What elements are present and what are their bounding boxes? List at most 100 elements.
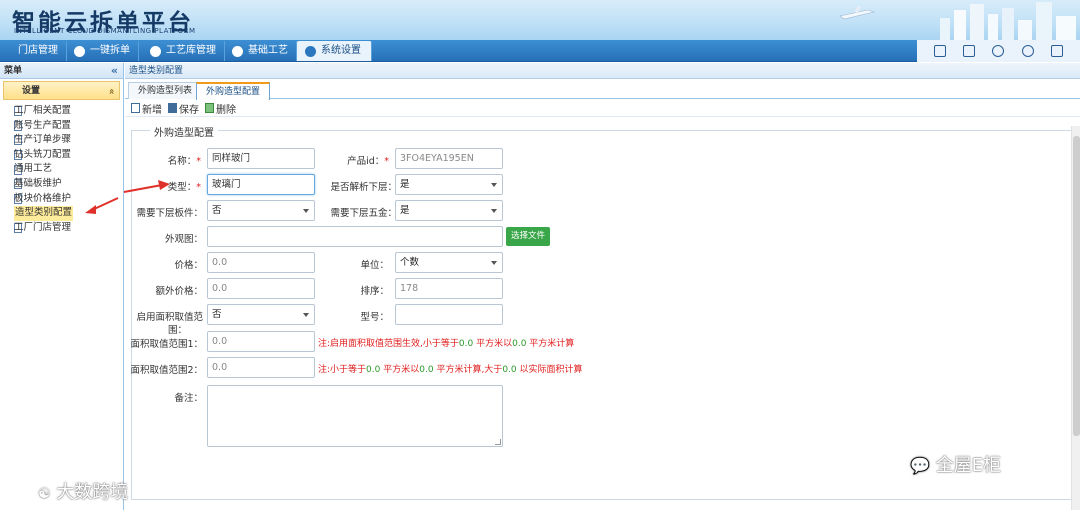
type-label: 类型：* bbox=[125, 179, 201, 193]
need-lower-board-select[interactable]: 否 bbox=[207, 200, 315, 221]
check-circle-icon bbox=[150, 45, 161, 57]
area-range2-field[interactable]: 0.0 bbox=[207, 357, 315, 378]
name-label: 名称：* bbox=[125, 153, 201, 167]
enable-area-label: 启用面积取值范 bbox=[136, 312, 203, 323]
type-field[interactable]: 玻璃门 bbox=[207, 174, 315, 195]
required-marker: * bbox=[196, 182, 201, 193]
main-panel: 造型类别配置 外购造型列表 外购造型配置 新增 保存 删除 外购造型配置 名称：… bbox=[125, 63, 1080, 510]
nav-tab-store-management[interactable]: 门店管理 bbox=[10, 41, 67, 61]
calendar-icon[interactable] bbox=[963, 45, 976, 57]
name-label-text: 名称： bbox=[167, 156, 197, 167]
watermark-right-text: 全屋E柜 bbox=[935, 455, 1002, 476]
sidebar-item-drill-mill-config[interactable]: 钻头铣刀配置 bbox=[14, 148, 123, 163]
nav-tab-process-library[interactable]: 工艺库管理 bbox=[142, 41, 225, 61]
sidebar-item-general-process[interactable]: 通用工艺 bbox=[14, 162, 123, 177]
wechat-icon: 💬 bbox=[910, 456, 930, 475]
collapse-sidebar-icon[interactable]: « bbox=[111, 63, 118, 79]
nav-tab-label: 系统设置 bbox=[321, 45, 361, 56]
sidebar-item-production-order-steps[interactable]: 生产订单步骤 bbox=[14, 133, 123, 148]
model-label: 型号： bbox=[360, 312, 389, 323]
watermark-right: 💬 全屋E柜 bbox=[910, 451, 1001, 477]
user-icon[interactable] bbox=[992, 45, 1005, 57]
app-header: 智能云拆单平台 INTELLIGENT CLOUD DISMANTLING PL… bbox=[0, 0, 1080, 40]
need-lower-hardware-label: 需要下层五金： bbox=[330, 208, 397, 219]
nav-tab-basic-process[interactable]: 基础工艺 bbox=[224, 41, 297, 61]
area-range1-field[interactable]: 0.0 bbox=[207, 331, 315, 352]
unit-value: 个数 bbox=[400, 257, 420, 268]
enable-area-select[interactable]: 否 bbox=[207, 304, 315, 325]
main-nav: 门店管理 一键拆单 工艺库管理 基础工艺 系统设置 bbox=[0, 40, 1080, 62]
sidebar-header: 菜单 « bbox=[0, 63, 123, 79]
tab-purchased-shape-config[interactable]: 外购造型配置 bbox=[196, 82, 271, 100]
appearance-field[interactable] bbox=[207, 226, 503, 247]
vertical-scrollbar[interactable] bbox=[1071, 126, 1080, 510]
note-value: 0.0 bbox=[512, 339, 527, 349]
save-button[interactable]: 保存 bbox=[168, 101, 199, 116]
sidebar-item-factory-store[interactable]: 工厂门店管理 bbox=[14, 221, 123, 236]
need-lower-hardware-select[interactable]: 是 bbox=[395, 200, 503, 221]
sidebar-group-settings[interactable]: 设置 » bbox=[3, 81, 120, 100]
required-marker: * bbox=[384, 156, 389, 167]
tab-purchased-shape-list[interactable]: 外购造型列表 bbox=[128, 82, 203, 99]
save-icon bbox=[168, 103, 177, 113]
play-circle-icon bbox=[232, 45, 243, 57]
price-label: 价格： bbox=[174, 260, 203, 271]
extra-price-label: 额外价格： bbox=[155, 286, 203, 297]
sort-label: 排序： bbox=[360, 286, 389, 297]
sidebar-item-label: 板块价格维护 bbox=[14, 192, 72, 204]
nav-tab-label: 门店管理 bbox=[18, 45, 58, 56]
note-text: 平方米以 bbox=[473, 339, 513, 349]
sidebar-item-label: 生产订单步骤 bbox=[14, 134, 72, 146]
content-tabs: 外购造型列表 外购造型配置 bbox=[125, 80, 1080, 100]
nav-tab-one-click-split[interactable]: 一键拆单 bbox=[66, 41, 139, 61]
sidebar-menu: 工厂相关配置 账号生产配置 生产订单步骤 钻头铣刀配置 通用工艺 基础板维护 板… bbox=[0, 104, 123, 235]
scrollbar-thumb[interactable] bbox=[1073, 136, 1080, 436]
required-marker: * bbox=[196, 156, 201, 167]
choose-file-button[interactable]: 选择文件 bbox=[506, 227, 551, 246]
unit-label: 单位： bbox=[360, 260, 389, 271]
chevron-down-icon bbox=[303, 313, 309, 317]
delete-button[interactable]: 删除 bbox=[205, 101, 236, 116]
name-field[interactable]: 同样玻门 bbox=[207, 148, 315, 169]
note-text: 注:启用面积取值范围生效,小于等于 bbox=[318, 339, 459, 349]
sidebar: 菜单 « 设置 » 工厂相关配置 账号生产配置 生产订单步骤 钻头铣刀配置 通用… bbox=[0, 63, 124, 510]
note-text: 平方米计算 bbox=[526, 339, 575, 349]
chevron-down-icon bbox=[491, 209, 497, 213]
sidebar-item-shape-category[interactable]: 造型类别配置 bbox=[14, 206, 123, 221]
model-field[interactable] bbox=[395, 304, 503, 325]
logout-icon[interactable] bbox=[1051, 45, 1064, 57]
header-tool-icons bbox=[917, 40, 1080, 62]
area-range2-note: 注:小于等于0.0 平方米以0.0 平方米计算,大于0.0 以实际面积计算 bbox=[318, 362, 583, 375]
collapse-group-icon[interactable]: » bbox=[102, 88, 121, 94]
sidebar-item-factory-config[interactable]: 工厂相关配置 bbox=[14, 104, 123, 119]
note-text: 平方米以 bbox=[380, 365, 420, 375]
sort-field[interactable]: 178 bbox=[395, 278, 503, 299]
need-lower-board-value: 否 bbox=[212, 205, 222, 216]
product-id-field[interactable]: 3FO4EYA195EN bbox=[395, 148, 503, 169]
unit-select[interactable]: 个数 bbox=[395, 252, 503, 273]
remark-textarea[interactable] bbox=[207, 385, 503, 447]
product-id-label: 产品id：* bbox=[325, 153, 389, 167]
note-value: 0.0 bbox=[419, 365, 434, 375]
sidebar-item-label: 造型类别配置 bbox=[14, 206, 74, 221]
app-subtitle: INTELLIGENT CLOUD DISMANTLING PLATFORM bbox=[14, 27, 196, 35]
form-toolbar: 新增 保存 删除 bbox=[125, 100, 1080, 117]
note-text: 平方米计算,大于 bbox=[433, 365, 503, 375]
nav-tab-system-settings[interactable]: 系统设置 bbox=[297, 41, 372, 61]
new-button[interactable]: 新增 bbox=[131, 101, 162, 116]
resize-grip-icon[interactable] bbox=[495, 439, 501, 445]
gear-icon[interactable] bbox=[1021, 45, 1034, 57]
chevron-down-icon bbox=[491, 261, 497, 265]
note-text: 以实际面积计算 bbox=[516, 365, 583, 375]
monitor-icon[interactable] bbox=[933, 45, 946, 57]
parse-lower-select[interactable]: 是 bbox=[395, 174, 503, 195]
sidebar-item-base-board[interactable]: 基础板维护 bbox=[14, 177, 123, 192]
sidebar-item-account-production[interactable]: 账号生产配置 bbox=[14, 119, 123, 134]
price-field[interactable]: 0.0 bbox=[207, 252, 315, 273]
enable-area-value: 否 bbox=[212, 309, 222, 320]
sidebar-item-board-price[interactable]: 板块价格维护 bbox=[14, 192, 123, 207]
area-range2-label: 面积取值范围2： bbox=[130, 365, 203, 376]
sidebar-item-label: 账号生产配置 bbox=[14, 119, 72, 131]
remark-label: 备注： bbox=[174, 393, 203, 404]
extra-price-field[interactable]: 0.0 bbox=[207, 278, 315, 299]
